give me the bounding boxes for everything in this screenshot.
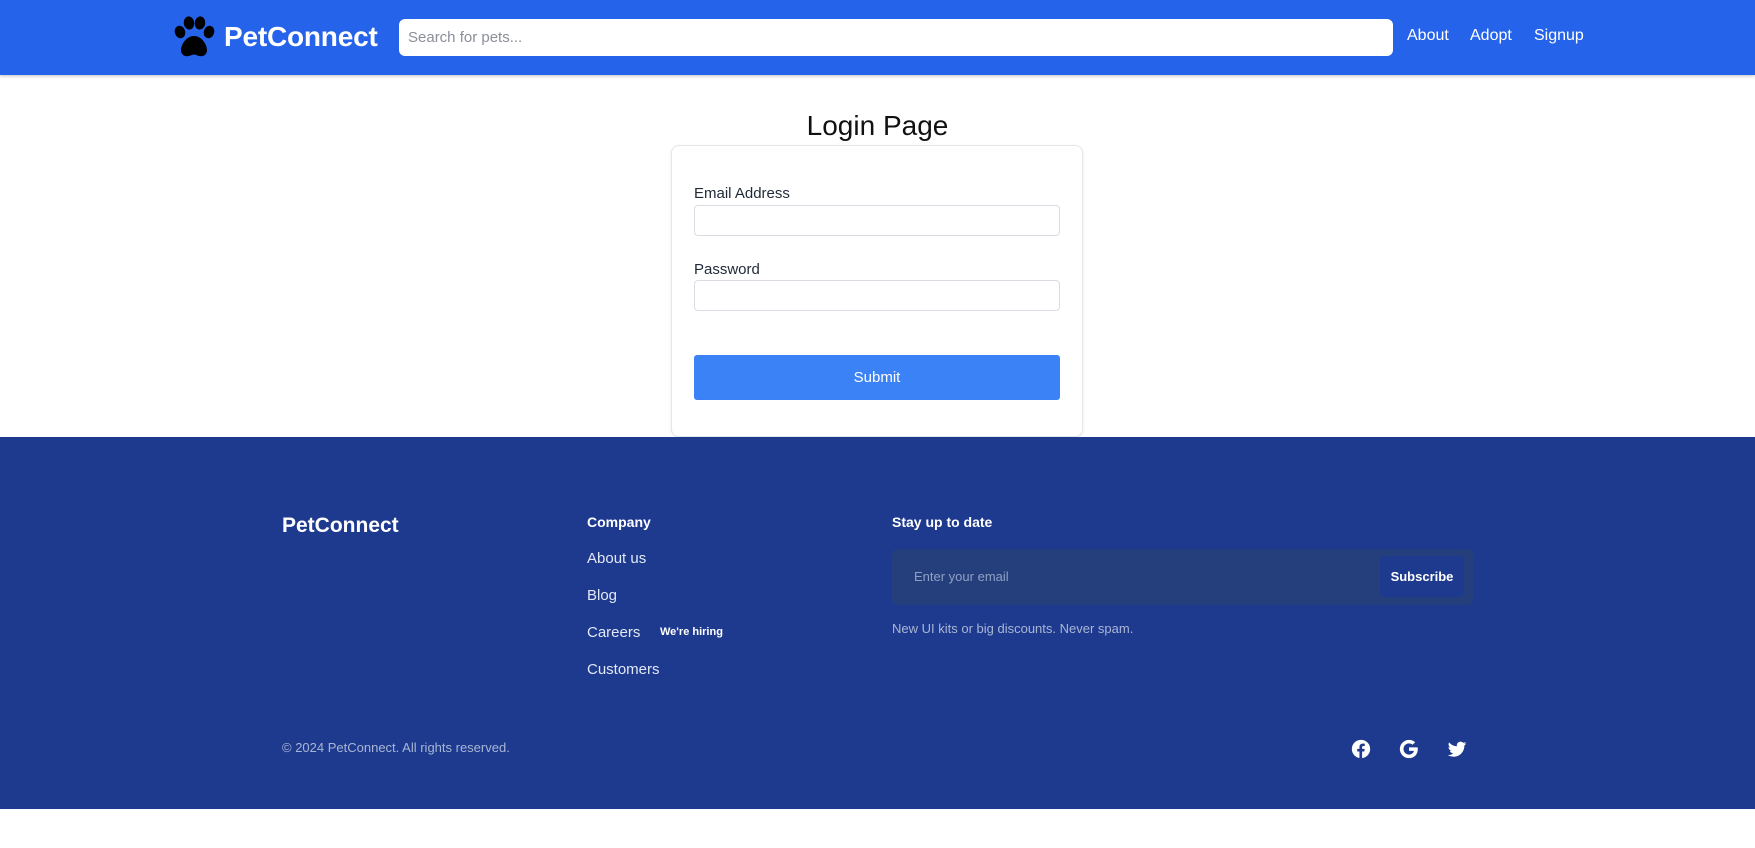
subscribe-button[interactable]: Subscribe <box>1380 556 1464 597</box>
footer-company-heading: Company <box>587 514 651 530</box>
google-icon[interactable] <box>1398 738 1420 760</box>
password-field[interactable] <box>694 280 1060 311</box>
nav-link-signup[interactable]: Signup <box>1534 27 1584 45</box>
nav-link-adopt[interactable]: Adopt <box>1470 27 1512 45</box>
footer-link-blog[interactable]: Blog <box>587 587 617 604</box>
paw-icon <box>174 16 215 57</box>
top-navbar: PetConnect About Adopt Signup <box>0 0 1755 75</box>
footer <box>0 437 1755 809</box>
newsletter-heading: Stay up to date <box>892 514 993 530</box>
email-field[interactable] <box>694 205 1060 236</box>
twitter-icon[interactable] <box>1446 738 1468 760</box>
brand-logo-link[interactable]: PetConnect <box>171 16 378 58</box>
nav-link-about[interactable]: About <box>1407 27 1449 45</box>
hiring-badge: We're hiring <box>660 626 723 638</box>
facebook-icon[interactable] <box>1350 738 1372 760</box>
footer-link-customers[interactable]: Customers <box>587 661 660 678</box>
page-title: Login Page <box>806 110 949 141</box>
newsletter-note: New UI kits or big discounts. Never spam… <box>892 621 1134 636</box>
email-label: Email Address <box>694 185 790 202</box>
copyright-text: © 2024 PetConnect. All rights reserved. <box>282 740 510 755</box>
footer-link-careers[interactable]: Careers <box>587 624 640 641</box>
search-input[interactable] <box>399 19 1393 56</box>
brand-name: PetConnect <box>224 21 378 52</box>
footer-brand: PetConnect <box>282 514 399 537</box>
newsletter-email-input[interactable] <box>903 556 1373 597</box>
footer-link-about-us[interactable]: About us <box>587 550 646 567</box>
submit-button[interactable]: Submit <box>694 355 1060 400</box>
password-label: Password <box>694 261 760 278</box>
